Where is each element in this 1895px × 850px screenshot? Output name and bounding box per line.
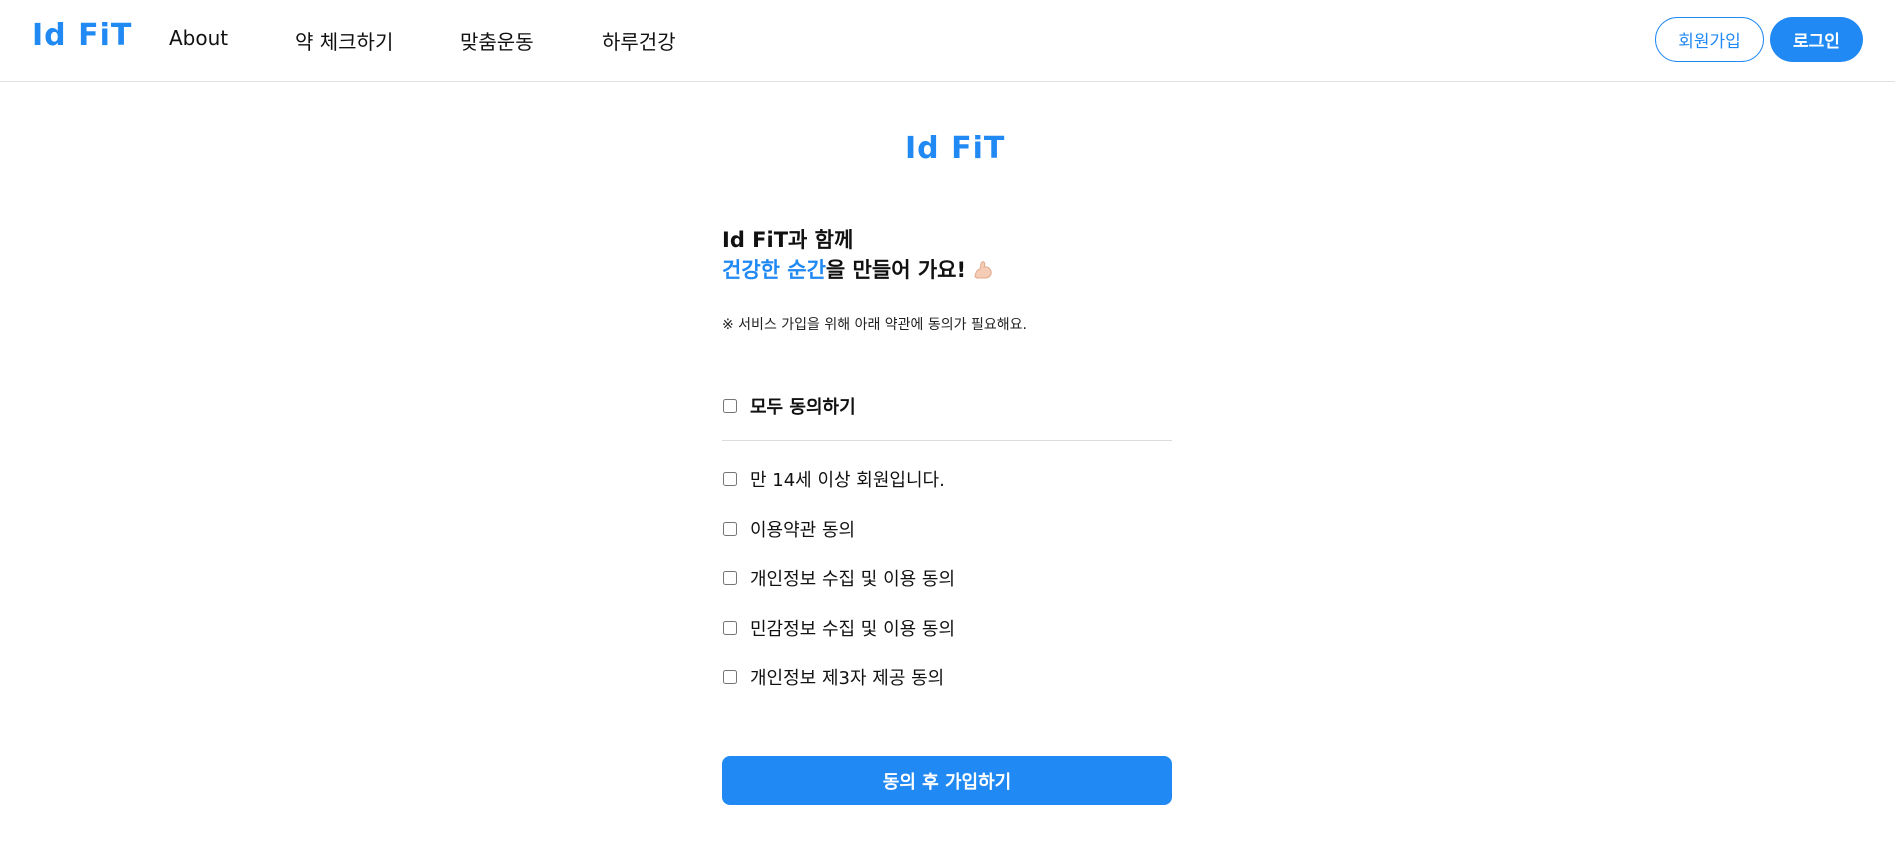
term-row-privacy[interactable]: 개인정보 수집 및 이용 동의: [722, 565, 955, 591]
term-checkbox-sensitive-info[interactable]: [723, 621, 737, 635]
term-row-age[interactable]: 만 14세 이상 회원입니다.: [722, 466, 945, 492]
nav-item-about[interactable]: About: [169, 26, 228, 50]
agree-all-checkbox[interactable]: [723, 399, 737, 413]
term-checkbox-terms-of-use[interactable]: [723, 522, 737, 536]
terms-notice: ※ 서비스 가입을 위해 아래 약관에 동의가 필요해요.: [722, 317, 1027, 333]
nav-item-custom-exercise[interactable]: 맞춤운동: [460, 26, 534, 55]
term-checkbox-age[interactable]: [723, 472, 737, 486]
term-row-third-party[interactable]: 개인정보 제3자 제공 동의: [722, 664, 944, 690]
headline-line2: 건강한 순간을 만들어 가요!: [722, 254, 994, 285]
page-logo: Id FiT: [905, 131, 1006, 166]
term-checkbox-privacy[interactable]: [723, 571, 737, 585]
agree-all-label: 모두 동의하기: [750, 397, 856, 418]
header-logo[interactable]: Id FiT: [32, 18, 132, 53]
term-label: 만 14세 이상 회원입니다.: [750, 470, 945, 491]
term-label: 개인정보 제3자 제공 동의: [750, 668, 945, 689]
login-button[interactable]: 로그인: [1770, 17, 1863, 62]
flexed-biceps-icon: [972, 258, 994, 285]
term-row-terms-of-use[interactable]: 이용약관 동의: [722, 516, 855, 542]
term-label: 이용약관 동의: [750, 520, 856, 541]
nav-item-medicine-check[interactable]: 약 체크하기: [295, 26, 393, 55]
divider: [722, 440, 1172, 441]
term-checkbox-third-party[interactable]: [723, 670, 737, 684]
top-header: Id FiT About 약 체크하기 맞춤운동 하루건강 회원가입 로그인: [0, 0, 1895, 82]
term-label: 개인정보 수집 및 이용 동의: [750, 569, 956, 590]
term-label: 민감정보 수집 및 이용 동의: [750, 619, 956, 640]
agree-all-row[interactable]: 모두 동의하기: [722, 393, 856, 419]
agree-and-signup-button[interactable]: 동의 후 가입하기: [722, 756, 1172, 805]
nav-item-daily-health[interactable]: 하루건강: [602, 26, 676, 55]
headline-line1: Id FiT과 함께: [722, 228, 854, 252]
term-row-sensitive-info[interactable]: 민감정보 수집 및 이용 동의: [722, 615, 955, 641]
headline-accent: 건강한 순간: [722, 258, 826, 282]
signup-button[interactable]: 회원가입: [1655, 17, 1764, 62]
headline-rest: 을 만들어 가요!: [825, 258, 967, 282]
